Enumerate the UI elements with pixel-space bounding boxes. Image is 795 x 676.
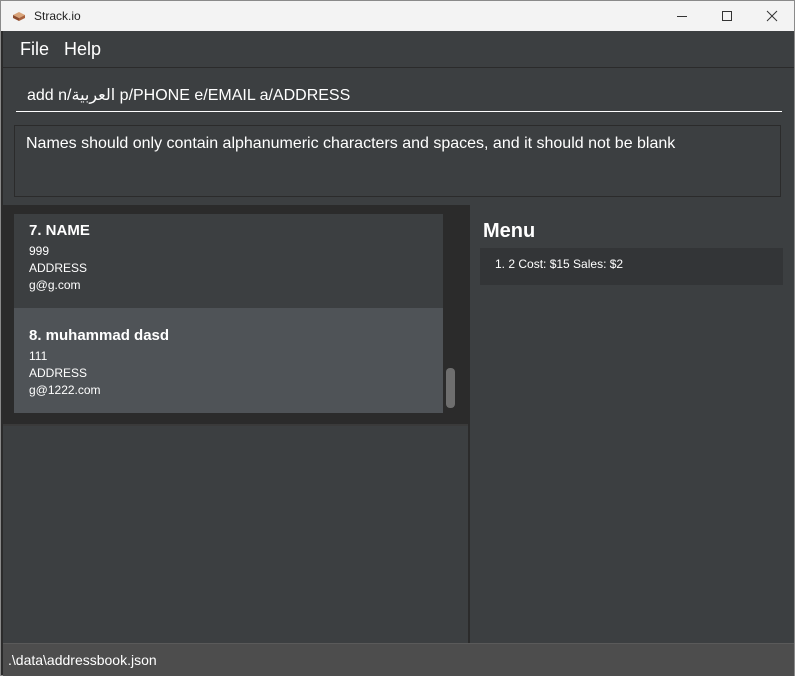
result-display: Names should only contain alphanumeric c…	[3, 119, 794, 205]
minimize-icon	[677, 16, 687, 17]
menu-panel: Menu 1. 2 Cost: $15 Sales: $2	[470, 205, 794, 643]
close-icon	[766, 10, 778, 22]
maximize-button[interactable]	[704, 1, 750, 31]
app-icon	[13, 12, 25, 21]
person-name: 7. NAME	[29, 222, 90, 239]
person-email: g@g.com	[29, 278, 81, 292]
person-list[interactable]: 7. NAME 999 ADDRESS g@g.com 8. muhammad …	[14, 214, 443, 413]
menu-item-text: 1. 2 Cost: $15 Sales: $2	[495, 257, 624, 271]
person-card[interactable]: 7. NAME 999 ADDRESS g@g.com	[14, 214, 443, 308]
app-window: Strack.io File Help Names should only co…	[0, 0, 795, 676]
maximize-icon	[722, 11, 732, 21]
menu-panel-title: Menu	[483, 220, 536, 242]
window-title: Strack.io	[34, 9, 81, 23]
person-list-panel: 7. NAME 999 ADDRESS g@g.com 8. muhammad …	[3, 205, 468, 426]
status-bar: .\data\addressbook.json	[3, 643, 794, 676]
title-bar: Strack.io	[1, 1, 794, 31]
command-input[interactable]	[16, 78, 782, 112]
minimize-button[interactable]	[659, 1, 705, 31]
menu-bar: File Help	[3, 31, 794, 67]
person-card-selected[interactable]: 8. muhammad dasd 111 ADDRESS g@1222.com	[14, 308, 443, 413]
list-scrollbar[interactable]	[446, 368, 455, 408]
menu-list-item[interactable]: 1. 2 Cost: $15 Sales: $2	[480, 248, 783, 285]
person-name: 8. muhammad dasd	[29, 327, 170, 344]
command-box	[3, 67, 794, 120]
person-phone: 111	[29, 349, 48, 363]
person-email: g@1222.com	[29, 383, 101, 397]
result-message: Names should only contain alphanumeric c…	[14, 125, 781, 197]
person-phone: 999	[29, 244, 50, 258]
status-file-path: .\data\addressbook.json	[8, 652, 157, 668]
close-button[interactable]	[749, 1, 795, 31]
empty-panel	[3, 426, 468, 643]
menu-file[interactable]: File	[20, 39, 49, 60]
person-address: ADDRESS	[29, 366, 88, 380]
menu-help[interactable]: Help	[64, 39, 101, 60]
person-address: ADDRESS	[29, 261, 88, 275]
